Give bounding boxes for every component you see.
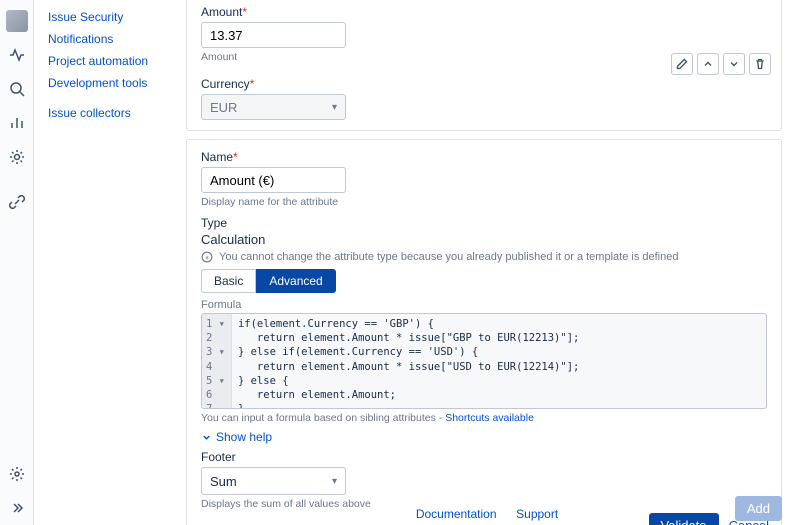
documentation-link[interactable]: Documentation — [416, 507, 497, 521]
type-value: Calculation — [201, 232, 767, 247]
formula-label: Formula — [201, 299, 767, 311]
footer-label: Footer — [201, 450, 767, 464]
caret-down-icon: ▾ — [332, 476, 337, 487]
link-icon[interactable] — [5, 190, 29, 214]
shortcuts-link[interactable]: Shortcuts available — [445, 412, 534, 424]
support-link[interactable]: Support — [516, 507, 558, 521]
sidebar-item-development-tools[interactable]: Development tools — [48, 72, 174, 94]
amount-input[interactable] — [201, 22, 346, 48]
calculation-panel: Name* Display name for the attribute Typ… — [186, 139, 782, 525]
currency-label: Currency* — [201, 77, 767, 91]
footer-value: Sum — [210, 474, 237, 489]
show-help-toggle[interactable]: Show help — [201, 430, 767, 444]
editor-gutter: 1 ▾ 2 3 ▾ 4 5 ▾ 6 7 — [202, 314, 232, 408]
icon-rail — [0, 0, 34, 525]
name-helper: Display name for the attribute — [201, 196, 767, 208]
sidebar-item-issue-collectors[interactable]: Issue collectors — [48, 102, 174, 124]
tab-advanced[interactable]: Advanced — [256, 269, 335, 293]
sidebar-item-notifications[interactable]: Notifications — [48, 28, 174, 50]
formula-tabs: Basic Advanced — [201, 269, 767, 293]
edit-icon[interactable] — [671, 53, 693, 75]
type-info: You cannot change the attribute type bec… — [201, 251, 767, 263]
formula-editor[interactable]: 1 ▾ 2 3 ▾ 4 5 ▾ 6 7 if(element.Currency … — [201, 313, 767, 409]
sidebar-item-issue-security[interactable]: Issue Security — [48, 6, 174, 28]
settings-icon[interactable] — [5, 145, 29, 169]
amount-panel: Amount* Amount Currency* EUR ▾ — [186, 0, 782, 131]
sidebar: Issue Security Notifications Project aut… — [34, 0, 174, 525]
currency-controls — [671, 53, 771, 75]
editor-code[interactable]: if(element.Currency == 'GBP') { return e… — [232, 314, 766, 408]
project-avatar[interactable] — [5, 9, 29, 33]
move-down-icon[interactable] — [723, 53, 745, 75]
sidebar-item-project-automation[interactable]: Project automation — [48, 50, 174, 72]
add-button[interactable]: Add — [735, 496, 782, 521]
tab-basic[interactable]: Basic — [201, 269, 256, 293]
formula-helper: You can input a formula based on sibling… — [201, 412, 767, 424]
footer-links: Documentation Support — [174, 506, 800, 521]
search-icon[interactable] — [5, 77, 29, 101]
move-up-icon[interactable] — [697, 53, 719, 75]
amount-label: Amount* — [201, 5, 767, 19]
name-input[interactable] — [201, 167, 346, 193]
activity-icon[interactable] — [5, 43, 29, 67]
gear-icon[interactable] — [5, 462, 29, 486]
type-label: Type — [201, 216, 767, 230]
currency-select[interactable]: EUR ▾ — [201, 94, 346, 120]
delete-icon[interactable] — [749, 53, 771, 75]
reports-icon[interactable] — [5, 111, 29, 135]
info-icon — [201, 251, 213, 263]
main-content: Amount* Amount Currency* EUR ▾ Name* Dis… — [174, 0, 800, 525]
chevron-down-icon — [201, 432, 212, 443]
currency-value: EUR — [210, 100, 237, 115]
collapse-icon[interactable] — [5, 496, 29, 520]
name-label: Name* — [201, 150, 767, 164]
footer-select[interactable]: Sum ▾ — [201, 467, 346, 495]
caret-down-icon: ▾ — [332, 102, 337, 113]
